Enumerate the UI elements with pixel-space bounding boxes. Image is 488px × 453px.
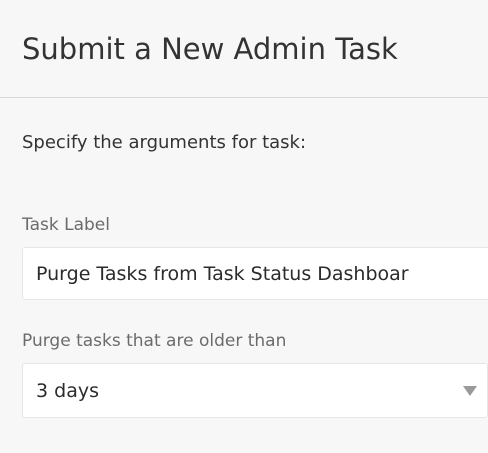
purge-age-label: Purge tasks that are older than [22, 331, 287, 351]
triangle-down-icon [453, 381, 487, 401]
task-label-label: Task Label [22, 215, 110, 235]
purge-age-selected-value: 3 days [36, 379, 99, 402]
task-label-input[interactable]: Purge Tasks from Task Status Dashboar [22, 247, 488, 300]
purge-age-select[interactable]: 3 days [22, 363, 488, 418]
intro-text: Specify the arguments for task: [22, 132, 307, 153]
dialog-body: Specify the arguments for task: Task Lab… [0, 132, 488, 418]
dialog-title: Submit a New Admin Task [22, 31, 398, 66]
task-label-value: Purge Tasks from Task Status Dashboar [36, 262, 409, 285]
dialog-header: Submit a New Admin Task [0, 0, 488, 98]
admin-task-dialog: Submit a New Admin Task Specify the argu… [0, 0, 488, 453]
